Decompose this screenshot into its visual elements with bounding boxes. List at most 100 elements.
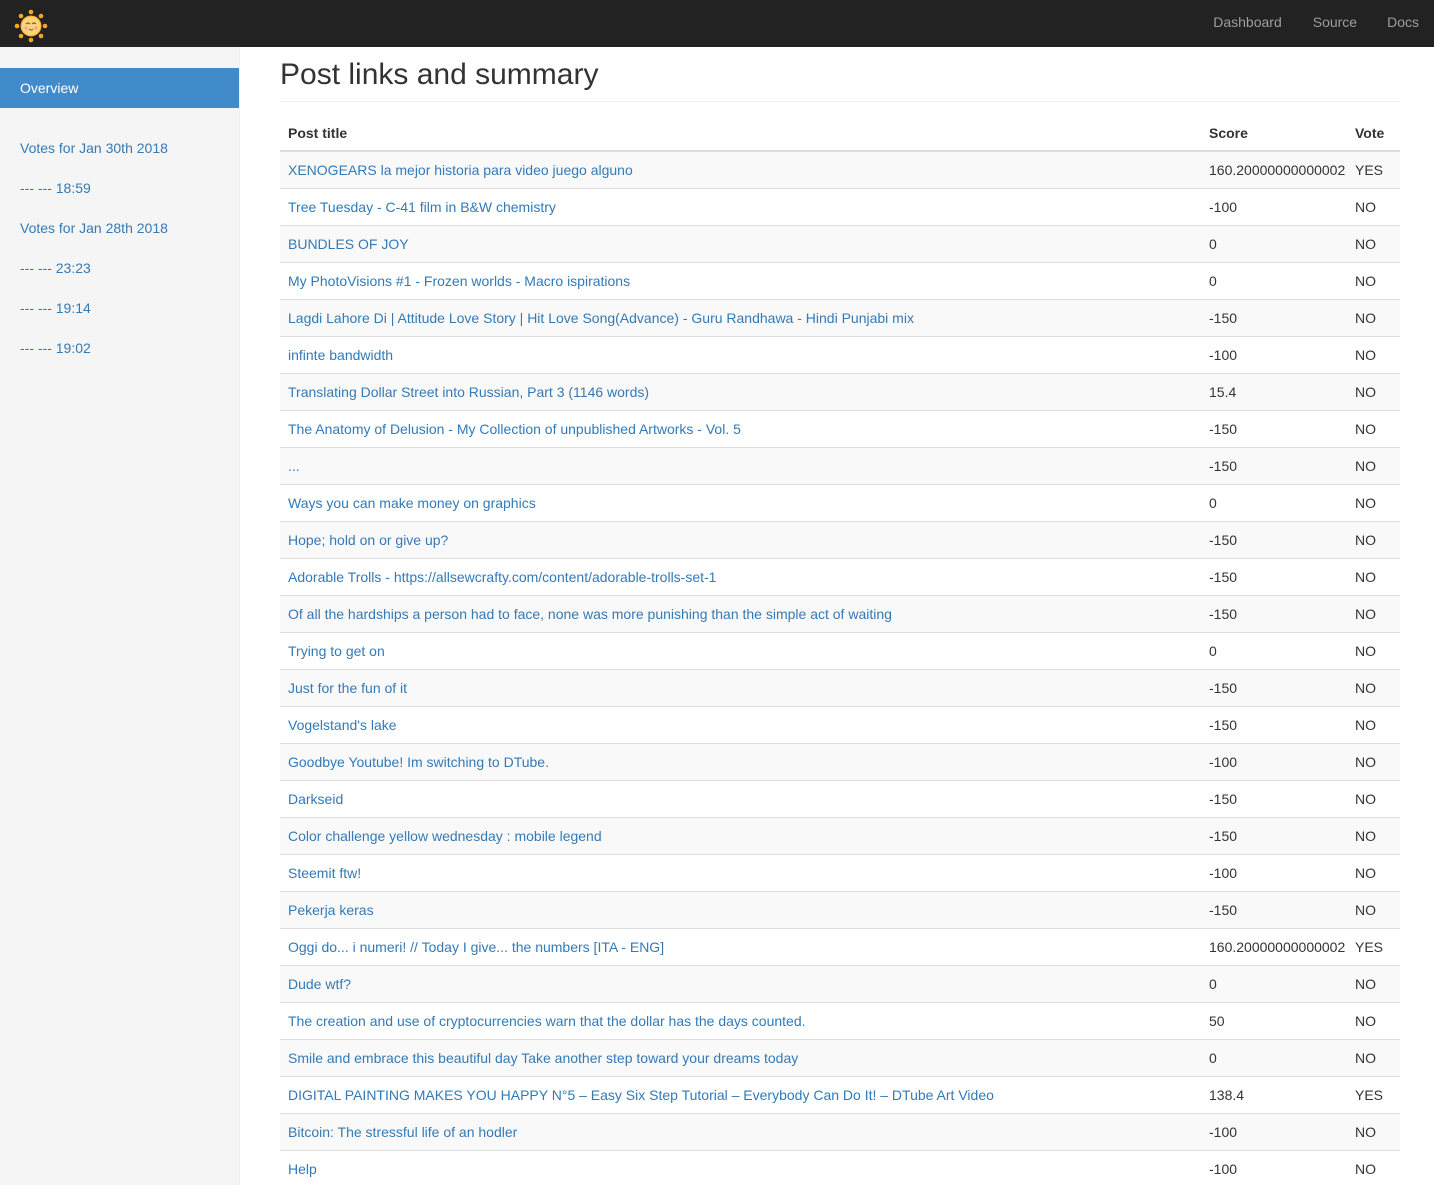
table-row: Lagdi Lahore Di | Attitude Love Story | … — [280, 298, 1400, 336]
main-content: Post links and summary Post title Score … — [280, 47, 1400, 1185]
score-cell: 0 — [1201, 964, 1354, 1002]
score-cell: 0 — [1201, 261, 1354, 299]
post-title-link[interactable]: Pekerja keras — [288, 902, 374, 918]
post-title-cell: The Anatomy of Delusion - My Collection … — [280, 409, 1201, 447]
post-title-link[interactable]: Color challenge yellow wednesday : mobil… — [288, 828, 602, 844]
post-title-cell: Bitcoin: The stressful life of an hodler — [280, 1112, 1201, 1150]
sidebar-link-votes-jan-30[interactable]: Votes for Jan 30th 2018 — [20, 140, 168, 156]
nav-dashboard-link[interactable]: Dashboard — [1198, 0, 1298, 47]
post-title-link[interactable]: Goodbye Youtube! Im switching to DTube. — [288, 754, 549, 770]
post-title-link[interactable]: My PhotoVisions #1 - Frozen worlds - Mac… — [288, 273, 630, 289]
post-title-link[interactable]: Steemit ftw! — [288, 865, 361, 881]
vote-cell: NO — [1354, 520, 1400, 558]
post-title-link[interactable]: Bitcoin: The stressful life of an hodler — [288, 1124, 517, 1140]
score-cell: -100 — [1201, 187, 1354, 225]
table-row: DIGITAL PAINTING MAKES YOU HAPPY N°5 – E… — [280, 1075, 1400, 1113]
top-navbar: Dashboard Source Docs — [0, 0, 1434, 47]
post-title-link[interactable]: XENOGEARS la mejor historia para video j… — [288, 162, 633, 178]
sidebar-list: Votes for Jan 30th 2018 --- --- 18:59 Vo… — [0, 128, 239, 368]
post-title-link[interactable]: Ways you can make money on graphics — [288, 495, 536, 511]
post-title-cell: Vogelstand's lake — [280, 705, 1201, 743]
score-cell: -100 — [1201, 853, 1354, 891]
nav-docs-link[interactable]: Docs — [1372, 0, 1434, 47]
post-title-link[interactable]: Vogelstand's lake — [288, 717, 397, 733]
table-row: Smile and embrace this beautiful day Tak… — [280, 1038, 1400, 1076]
score-cell: -150 — [1201, 816, 1354, 854]
sidebar-link-time[interactable]: --- --- 19:14 — [20, 300, 91, 316]
sun-logo-icon[interactable] — [13, 9, 49, 43]
post-title-link[interactable]: DIGITAL PAINTING MAKES YOU HAPPY N°5 – E… — [288, 1087, 994, 1103]
table-row: BUNDLES OF JOY 0 NO — [280, 224, 1400, 262]
sidebar-item-overview[interactable]: Overview — [0, 68, 239, 108]
post-title-link[interactable]: Tree Tuesday - C-41 film in B&W chemistr… — [288, 199, 556, 215]
sidebar-link-time[interactable]: --- --- 18:59 — [20, 180, 91, 196]
post-title-cell: Lagdi Lahore Di | Attitude Love Story | … — [280, 298, 1201, 336]
post-title-link[interactable]: Translating Dollar Street into Russian, … — [288, 384, 649, 400]
post-title-cell: Oggi do... i numeri! // Today I give... … — [280, 927, 1201, 965]
post-title-cell: My PhotoVisions #1 - Frozen worlds - Mac… — [280, 261, 1201, 299]
table-row: Steemit ftw! -100 NO — [280, 853, 1400, 891]
table-row: Tree Tuesday - C-41 film in B&W chemistr… — [280, 187, 1400, 225]
post-title-link[interactable]: Of all the hardships a person had to fac… — [288, 606, 892, 622]
score-cell: 160.20000000000002 — [1201, 927, 1354, 965]
score-cell: -100 — [1201, 335, 1354, 373]
table-row: XENOGEARS la mejor historia para video j… — [280, 150, 1400, 188]
column-header-post-title: Post title — [280, 116, 1201, 152]
post-title-link[interactable]: Adorable Trolls - https://allsewcrafty.c… — [288, 569, 716, 585]
post-title-cell: Translating Dollar Street into Russian, … — [280, 372, 1201, 410]
vote-cell: NO — [1354, 1001, 1400, 1039]
vote-cell: NO — [1354, 1112, 1400, 1150]
table-row: Adorable Trolls - https://allsewcrafty.c… — [280, 557, 1400, 595]
sidebar-item: Votes for Jan 30th 2018 — [0, 128, 239, 168]
sidebar-link-time[interactable]: --- --- 19:02 — [20, 340, 91, 356]
post-title-link[interactable]: Oggi do... i numeri! // Today I give... … — [288, 939, 664, 955]
page-header: Post links and summary — [280, 47, 1400, 102]
score-cell: -100 — [1201, 1112, 1354, 1150]
score-cell: 0 — [1201, 483, 1354, 521]
table-row: Goodbye Youtube! Im switching to DTube. -… — [280, 742, 1400, 780]
score-cell: 160.20000000000002 — [1201, 150, 1354, 188]
post-title-link[interactable]: Smile and embrace this beautiful day Tak… — [288, 1050, 798, 1066]
vote-cell: NO — [1354, 705, 1400, 743]
post-title-link[interactable]: BUNDLES OF JOY — [288, 236, 409, 252]
post-title-link[interactable]: Help — [288, 1161, 317, 1177]
post-title-cell: Trying to get on — [280, 631, 1201, 669]
post-title-link[interactable]: The creation and use of cryptocurrencies… — [288, 1013, 806, 1029]
score-cell: -100 — [1201, 1149, 1354, 1185]
vote-cell: NO — [1354, 224, 1400, 262]
post-title-link[interactable]: Dude wtf? — [288, 976, 351, 992]
post-title-cell: The creation and use of cryptocurrencies… — [280, 1001, 1201, 1039]
vote-cell: YES — [1354, 150, 1400, 188]
post-title-cell: ... — [280, 446, 1201, 484]
vote-cell: NO — [1354, 1038, 1400, 1076]
post-title-cell: infinte bandwidth — [280, 335, 1201, 373]
vote-cell: NO — [1354, 890, 1400, 928]
post-title-link[interactable]: Darkseid — [288, 791, 343, 807]
sidebar-link-votes-jan-28[interactable]: Votes for Jan 28th 2018 — [20, 220, 168, 236]
vote-cell: NO — [1354, 446, 1400, 484]
post-title-link[interactable]: Just for the fun of it — [288, 680, 407, 696]
post-title-link[interactable]: Hope; hold on or give up? — [288, 532, 448, 548]
post-title-link[interactable]: ... — [288, 458, 300, 474]
post-title-link[interactable]: Trying to get on — [288, 643, 385, 659]
post-title-link[interactable]: Lagdi Lahore Di | Attitude Love Story | … — [288, 310, 914, 326]
post-title-cell: XENOGEARS la mejor historia para video j… — [280, 150, 1201, 188]
post-title-cell: Darkseid — [280, 779, 1201, 817]
post-title-cell: Adorable Trolls - https://allsewcrafty.c… — [280, 557, 1201, 595]
table-row: Trying to get on 0 NO — [280, 631, 1400, 669]
table-row: Help -100 NO — [280, 1149, 1400, 1185]
vote-cell: NO — [1354, 816, 1400, 854]
vote-cell: NO — [1354, 631, 1400, 669]
score-cell: -150 — [1201, 557, 1354, 595]
nav-source-link[interactable]: Source — [1298, 0, 1372, 47]
post-title-cell: BUNDLES OF JOY — [280, 224, 1201, 262]
sidebar-link-time[interactable]: --- --- 23:23 — [20, 260, 91, 276]
post-title-link[interactable]: infinte bandwidth — [288, 347, 393, 363]
post-title-link[interactable]: The Anatomy of Delusion - My Collection … — [288, 421, 741, 437]
table-row: Translating Dollar Street into Russian, … — [280, 372, 1400, 410]
table-row: Dude wtf? 0 NO — [280, 964, 1400, 1002]
vote-cell: NO — [1354, 483, 1400, 521]
table-row: Vogelstand's lake -150 NO — [280, 705, 1400, 743]
vote-cell: NO — [1354, 187, 1400, 225]
score-cell: 0 — [1201, 631, 1354, 669]
